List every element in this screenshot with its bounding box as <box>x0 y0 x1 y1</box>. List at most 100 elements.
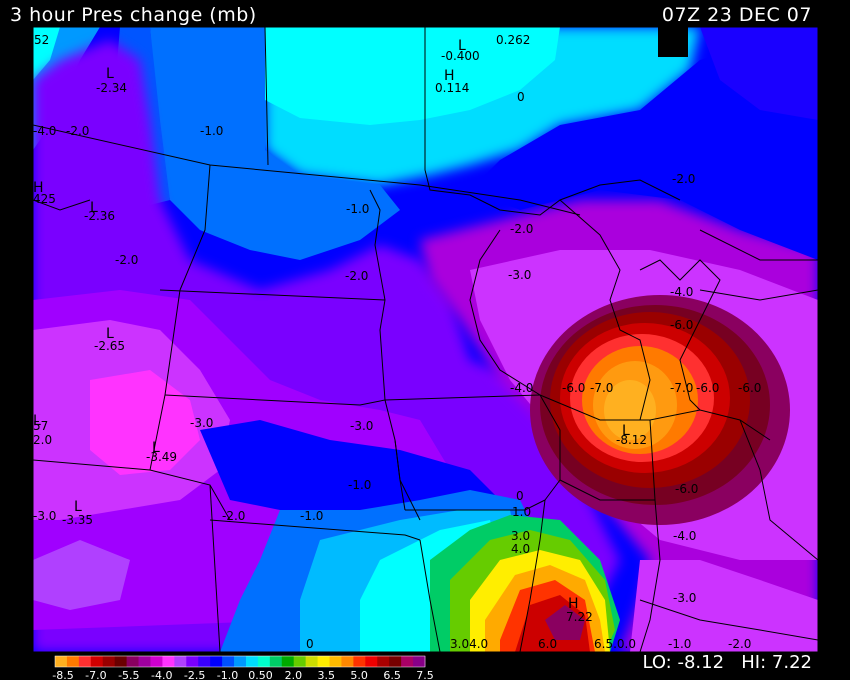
colorbar-tick-label: 6.5 <box>383 669 401 680</box>
contour-label: -2.0 <box>222 509 245 523</box>
contour-label: -3.0 <box>190 416 213 430</box>
colorbar-tick-label: 3.5 <box>318 669 336 680</box>
contour-label: 7.22 <box>566 610 593 624</box>
contour-label: -2.0 <box>66 124 89 138</box>
contour-label: -2.34 <box>96 81 127 95</box>
contour-label: 6.5.0.0 <box>594 637 636 651</box>
contour-label: -3.0 <box>673 591 696 605</box>
colorbar-swatch <box>150 656 163 667</box>
hi-label: HI: <box>741 652 767 673</box>
pressure-change-map: L H L H L L L L L L H 52 -0.400 0.262 -2… <box>32 26 819 680</box>
colorbar-tick-label: -5.5 <box>118 669 139 680</box>
colorbar-swatch <box>317 656 331 667</box>
contour-label: -4.0 <box>670 285 693 299</box>
colorbar-tick-label: 0.50 <box>248 669 273 680</box>
contour-label: -0.400 <box>441 49 480 63</box>
contour-label: 0 <box>306 637 314 651</box>
contour-label: -1.0 <box>300 509 323 523</box>
colorbar-tick-label: 5.0 <box>350 669 368 680</box>
colorbar-swatch <box>234 656 247 667</box>
colorbar-tick-label: -1.0 <box>217 669 238 680</box>
colorbar-swatch <box>90 656 104 667</box>
contour-label: 52 <box>34 33 49 47</box>
contour-label: 1.0 <box>512 505 531 519</box>
contour-label: -2.0 <box>728 637 751 651</box>
contour-label: 0 <box>516 489 524 503</box>
colorbar-tick-label: -7.0 <box>85 669 106 680</box>
colorbar-swatch <box>114 656 128 667</box>
colorbar-swatch <box>413 656 426 667</box>
colorbar-swatch <box>198 656 211 667</box>
colorbar-swatch <box>162 656 175 667</box>
colorbar-swatch <box>222 656 235 667</box>
contour-label: -3.49 <box>146 450 177 464</box>
contour-label: -3.35 <box>62 513 93 527</box>
colorbar-swatch <box>341 656 354 667</box>
contour-label: 4.0 <box>511 542 530 556</box>
contour-label: 0 <box>517 90 525 104</box>
contour-label: -2.65 <box>94 339 125 353</box>
lo-value: -8.12 <box>677 652 725 673</box>
colorbar-swatch <box>281 656 295 667</box>
contour-label: -1.0 <box>346 202 369 216</box>
contour-label: -2.0 <box>510 222 533 236</box>
colorbar-tick-label: -8.5 <box>52 669 73 680</box>
contour-label: -2.0 <box>115 253 138 267</box>
colorbar-swatch <box>269 656 283 667</box>
colorbar-swatch <box>55 656 68 667</box>
valid-time: 07Z 23 DEC 07 <box>661 4 812 26</box>
contour-label: 0.114 <box>435 81 469 95</box>
colorbar-swatch <box>126 656 140 667</box>
contour-label: 425 <box>33 192 56 206</box>
contour-label: 2.0 <box>33 433 52 447</box>
colorbar-swatch <box>377 656 390 667</box>
colorbar-swatch <box>329 656 342 667</box>
colorbar-swatch <box>174 656 187 667</box>
colorbar-swatch <box>401 656 414 667</box>
contour-label: 3.0 <box>511 529 530 543</box>
colorbar-swatch <box>389 656 402 667</box>
colorbar-swatch <box>138 656 151 667</box>
colorbar-swatch <box>245 656 259 667</box>
contour-label: -6.0 <box>696 381 719 395</box>
contour-label: 3.04.0 <box>450 637 488 651</box>
contour-label: -1.0 <box>668 637 691 651</box>
contour-label: -3.0 <box>33 509 56 523</box>
contour-label: -4.0 <box>673 529 696 543</box>
colorbar-swatch <box>78 656 92 667</box>
colorbar-swatch <box>305 656 319 667</box>
contour-label: -6.0 <box>670 318 693 332</box>
contour-label: -7.0 <box>590 381 613 395</box>
colorbar-tick-label: 2.0 <box>285 669 303 680</box>
colorbar-swatch <box>210 656 223 667</box>
contour-label: 0.262 <box>496 33 530 47</box>
contour-label: -7.0 <box>670 381 693 395</box>
colorbar-swatch <box>257 656 271 667</box>
contour-label: -4.0 <box>33 124 56 138</box>
contour-label: -1.0 <box>200 124 223 138</box>
contour-label: -6.0 <box>738 381 761 395</box>
contour-label: -3.0 <box>350 419 373 433</box>
low-marker: L <box>106 66 114 82</box>
colorbar-tick-label: -2.5 <box>184 669 205 680</box>
contour-label: -4.0 <box>510 381 533 395</box>
contour-label: -2.36 <box>84 209 115 223</box>
colorbar-swatch <box>353 656 366 667</box>
colorbar: -8.5 -7.0 -5.5 -4.0 -2.5 -1.0 0.50 2.0 3.5 5.0 6.5… <box>52 655 434 680</box>
contour-label: -3.0 <box>508 268 531 282</box>
colorbar-swatch <box>66 656 80 667</box>
hi-value: 7.22 <box>771 652 812 673</box>
contour-label: 6.0 <box>538 637 557 651</box>
lo-hi-readout: LO: -8.12 HI: 7.22 <box>642 652 812 673</box>
colorbar-tick-label: -4.0 <box>151 669 172 680</box>
colorbar-swatch <box>102 656 116 667</box>
contour-label: -2.0 <box>672 172 695 186</box>
contour-label: -6.0 <box>562 381 585 395</box>
lo-label: LO: <box>642 652 672 673</box>
contour-label: 57 <box>33 419 48 433</box>
colorbar-swatch <box>365 656 378 667</box>
contour-label: -6.0 <box>675 482 698 496</box>
contour-label: -2.0 <box>345 269 368 283</box>
colorbar-tick-label: 7.5 <box>416 669 434 680</box>
chart-title: 3 hour Pres change (mb) <box>10 4 257 26</box>
